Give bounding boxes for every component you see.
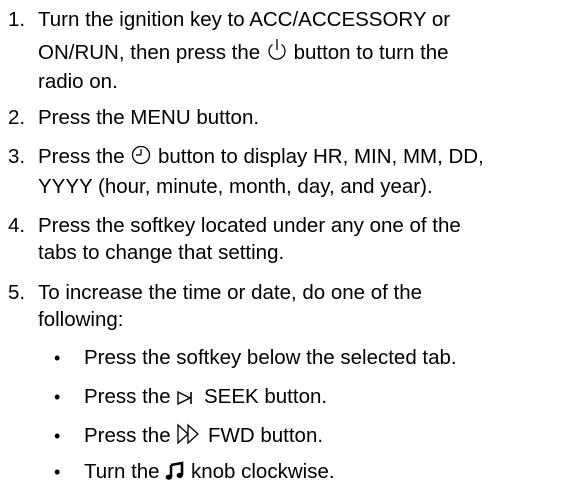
step-line: Press the button to display HR, MIN, MM,… [38, 143, 568, 174]
step-line: radio on. [38, 70, 118, 93]
bullet-text-part: FWD button. [202, 424, 324, 447]
step-number: 5. [8, 281, 26, 304]
step-number: 4. [8, 214, 26, 237]
step-line-part: button to display HR, MIN, MM, DD, [152, 145, 484, 168]
step-line: tabs to change that setting. [38, 241, 285, 264]
step-line: ON/RUN, then press the button to turn th… [38, 38, 568, 70]
power-icon [266, 38, 288, 70]
bullet-dot: • [54, 348, 61, 368]
bullet-dot: • [54, 387, 61, 407]
step-line-part: button to turn the [287, 41, 449, 64]
step-line: following: [38, 308, 124, 331]
clock-icon [130, 144, 152, 174]
bullet-text-part: SEEK button. [198, 385, 328, 408]
step-line: YYYY (hour, minute, month, day, and year… [38, 175, 433, 198]
step-number: 1. [8, 8, 26, 31]
bullet-text-part: Press the [84, 385, 177, 408]
fast-forward-icon [176, 423, 202, 453]
step-number: 2. [8, 106, 26, 129]
step-number: 3. [8, 145, 26, 168]
bullet-text-part: knob clockwise. [185, 460, 335, 483]
bullet-text: Press the FWD button. [84, 422, 323, 453]
step-line: To increase the time or date, do one of … [38, 281, 423, 304]
bullet-text: Press the SEEK button. [84, 383, 327, 414]
step-line-part: ON/RUN, then press the [38, 41, 266, 64]
step-line: Turn the ignition key to ACC/ACCESSORY o… [38, 8, 451, 31]
seek-next-icon [176, 386, 198, 414]
step-line: Press the MENU button. [38, 106, 260, 129]
bullet-text-part: Turn the [84, 460, 166, 483]
instruction-document: 1. Turn the ignition key to ACC/ACCESSOR… [0, 0, 572, 490]
bullet-text-part: Press the [84, 424, 177, 447]
step-line: Press the softkey located under any one … [38, 214, 461, 237]
bullet-dot: • [54, 462, 61, 482]
bullet-text: Press the softkey below the selected tab… [84, 346, 457, 369]
bullet-text: Turn the knob clockwise. [84, 458, 335, 489]
bullet-dot: • [54, 426, 61, 446]
music-note-icon [165, 461, 185, 489]
step-line-part: Press the [38, 145, 131, 168]
